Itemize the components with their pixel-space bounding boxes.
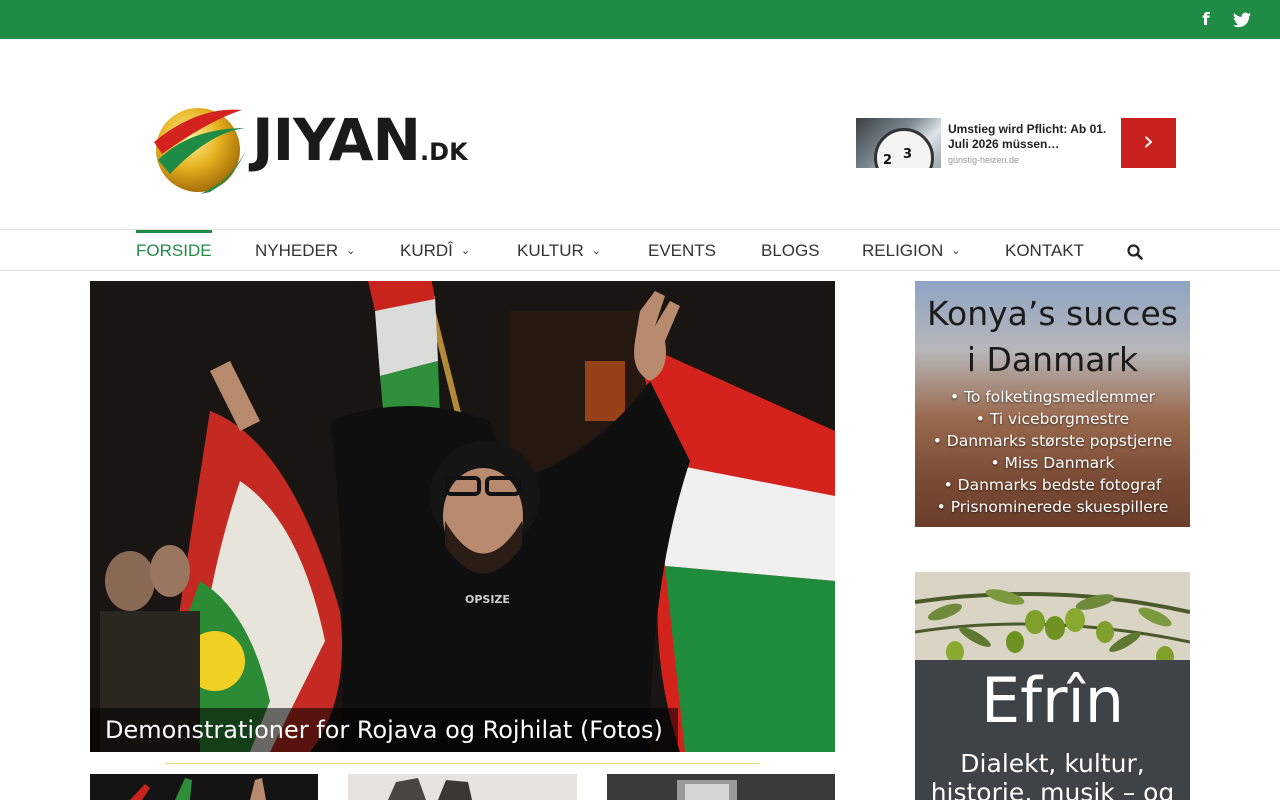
chevron-down-icon: ⌄	[951, 244, 961, 257]
chevron-right-icon[interactable]: ›	[1121, 118, 1176, 168]
ad-thermostat-image: 2 3	[856, 118, 941, 168]
nav-item-blogs[interactable]: BLOGS	[761, 230, 820, 270]
site-logo[interactable]: JIYAN.DK	[150, 98, 470, 198]
article-thumbnail[interactable]	[607, 774, 835, 800]
section-divider	[165, 763, 760, 764]
logo-suffix: .DK	[420, 138, 468, 166]
thumbnail-image	[90, 774, 318, 800]
hero-caption[interactable]: Demonstrationer for Rojava og Rojhilat (…	[90, 708, 678, 752]
thumbnail-image	[607, 774, 835, 800]
shirt-text: OPSIZE	[465, 593, 510, 606]
efrin-ad-subtitle: Dialekt, kultur, historie, musik – og	[930, 749, 1175, 800]
nav-item-events[interactable]: EVENTS	[648, 230, 716, 270]
featured-article[interactable]: OPSIZE Demonstrationer for Rojava og Roj…	[90, 281, 835, 752]
sidebar-ad-konya[interactable]: Konya’s succes i Danmark • To folketings…	[915, 281, 1190, 527]
nav-item-kurdi[interactable]: KURDÎ ⌄	[400, 230, 470, 270]
ad-source: günstig-heizen.de	[948, 155, 1020, 165]
article-thumbnail[interactable]	[348, 774, 577, 800]
top-bar: f	[0, 0, 1280, 39]
nav-item-nyheder[interactable]: NYHEDER ⌄	[255, 230, 355, 270]
nav-item-forside[interactable]: FORSIDE	[136, 230, 212, 270]
nav-item-kontakt[interactable]: KONTAKT	[1005, 230, 1084, 270]
olive-branch-image	[915, 572, 1190, 672]
twitter-icon[interactable]	[1232, 10, 1252, 30]
sidebar-ad-efrin[interactable]: Efrîn Dialekt, kultur, historie, musik –…	[915, 572, 1190, 800]
main-nav: FORSIDE NYHEDER ⌄ KURDÎ ⌄ KULTUR ⌄ EVENTS B…	[0, 229, 1280, 271]
chevron-down-icon: ⌄	[346, 244, 356, 257]
thumbnail-image	[348, 774, 577, 800]
chevron-down-icon: ⌄	[460, 244, 471, 257]
ad-title[interactable]: Umstieg wird Pflicht: Ab 01. Juli 2026 m…	[948, 122, 1118, 152]
konya-ad-bullets: • To folketingsmedlemmer • Ti viceborgme…	[932, 388, 1173, 516]
nav-item-religion[interactable]: RELIGION ⌄	[862, 230, 960, 270]
efrin-ad-title: Efrîn	[980, 664, 1124, 737]
facebook-icon[interactable]: f	[1196, 10, 1216, 30]
thermostat-dial: 2 3	[874, 128, 934, 168]
konya-ad-title: Konya’s succes i Danmark	[927, 294, 1178, 379]
logo-text: JIYAN.DK	[252, 106, 468, 174]
hero-photo: OPSIZE	[90, 281, 835, 752]
sponsored-ad[interactable]: 2 3 Umstieg wird Pflicht: Ab 01. Juli 20…	[856, 118, 1176, 168]
article-thumbnail[interactable]	[90, 774, 318, 800]
globe-logo-icon	[154, 108, 246, 194]
nav-item-kultur[interactable]: KULTUR ⌄	[517, 230, 601, 270]
search-icon[interactable]	[1127, 244, 1143, 260]
chevron-down-icon: ⌄	[591, 244, 601, 257]
